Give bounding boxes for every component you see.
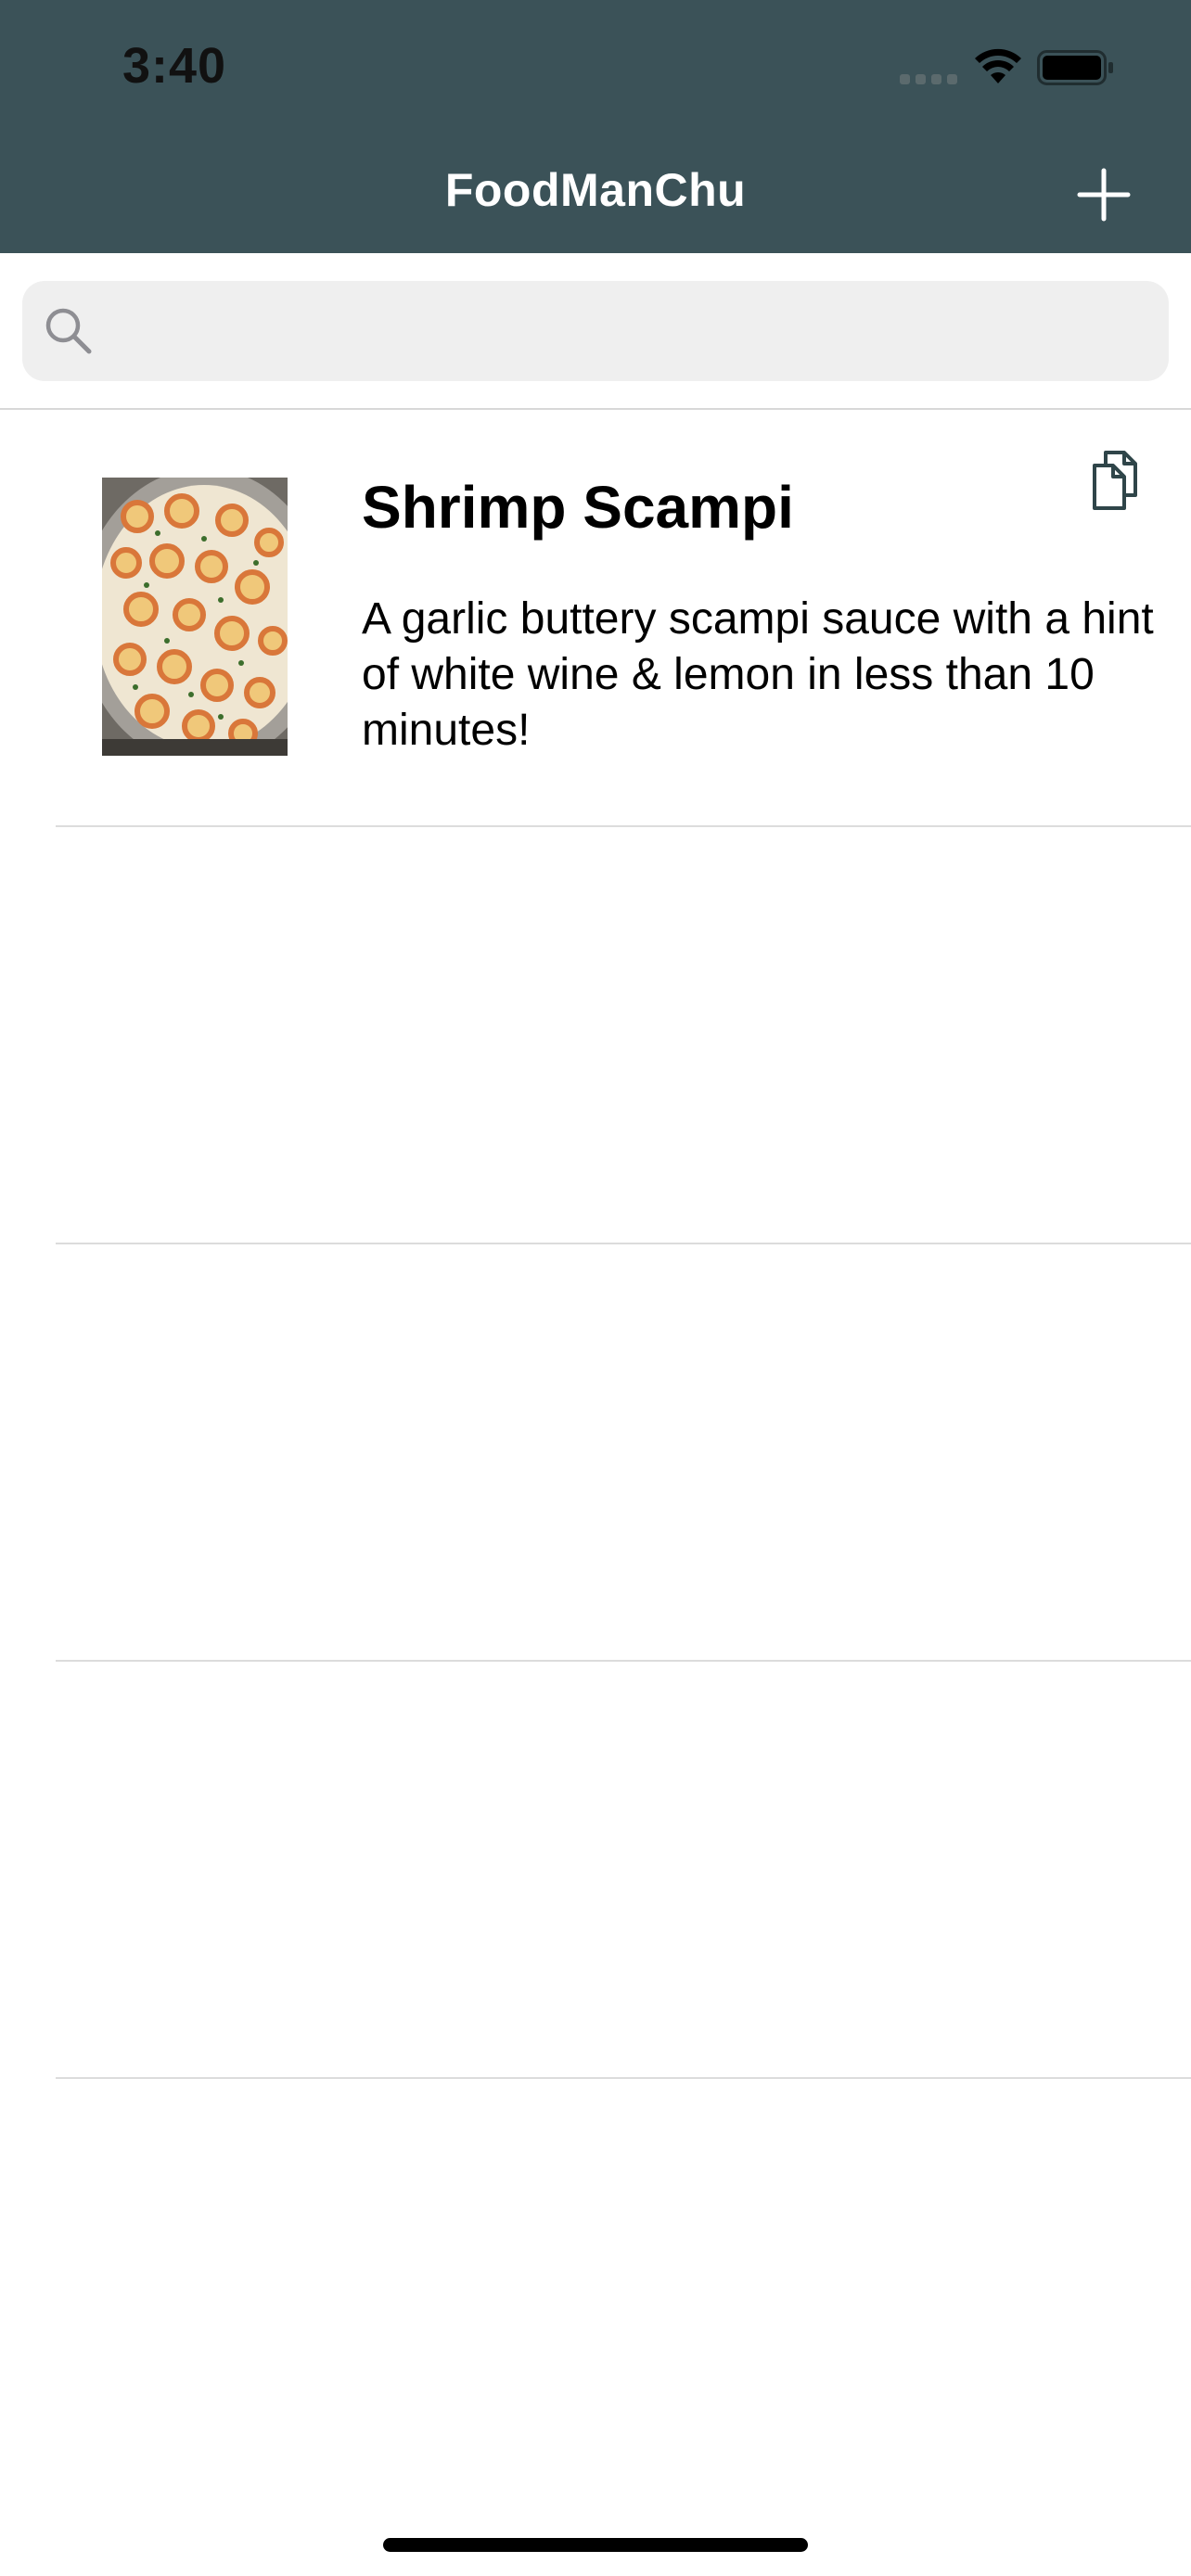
list-item (56, 827, 1191, 1244)
page-title: FoodManChu (444, 164, 747, 216)
cellular-signal-icon (900, 74, 959, 85)
wifi-icon (975, 48, 1021, 83)
recipe-image[interactable] (102, 478, 288, 756)
list-item (56, 1662, 1191, 2079)
plus-icon[interactable] (1076, 167, 1132, 223)
home-indicator[interactable] (383, 2538, 808, 2552)
status-time: 3:40 (122, 38, 227, 94)
search-icon (45, 308, 92, 354)
copy-icon[interactable] (1087, 449, 1143, 514)
list-item (56, 1244, 1191, 1662)
search-input[interactable] (111, 281, 1135, 383)
navigation-header: 3:40 FoodManChu (0, 0, 1191, 253)
list-item[interactable]: Shrimp Scampi A garlic buttery scampi sa… (56, 410, 1191, 827)
recipe-description: A garlic buttery scampi sauce with a hin… (362, 594, 1154, 755)
search-bar (0, 253, 1191, 410)
recipe-title: Shrimp Scampi (362, 474, 794, 541)
search-field[interactable] (22, 281, 1169, 383)
battery-icon (1037, 50, 1113, 85)
recipe-list: Shrimp Scampi A garlic buttery scampi sa… (0, 410, 1191, 2079)
